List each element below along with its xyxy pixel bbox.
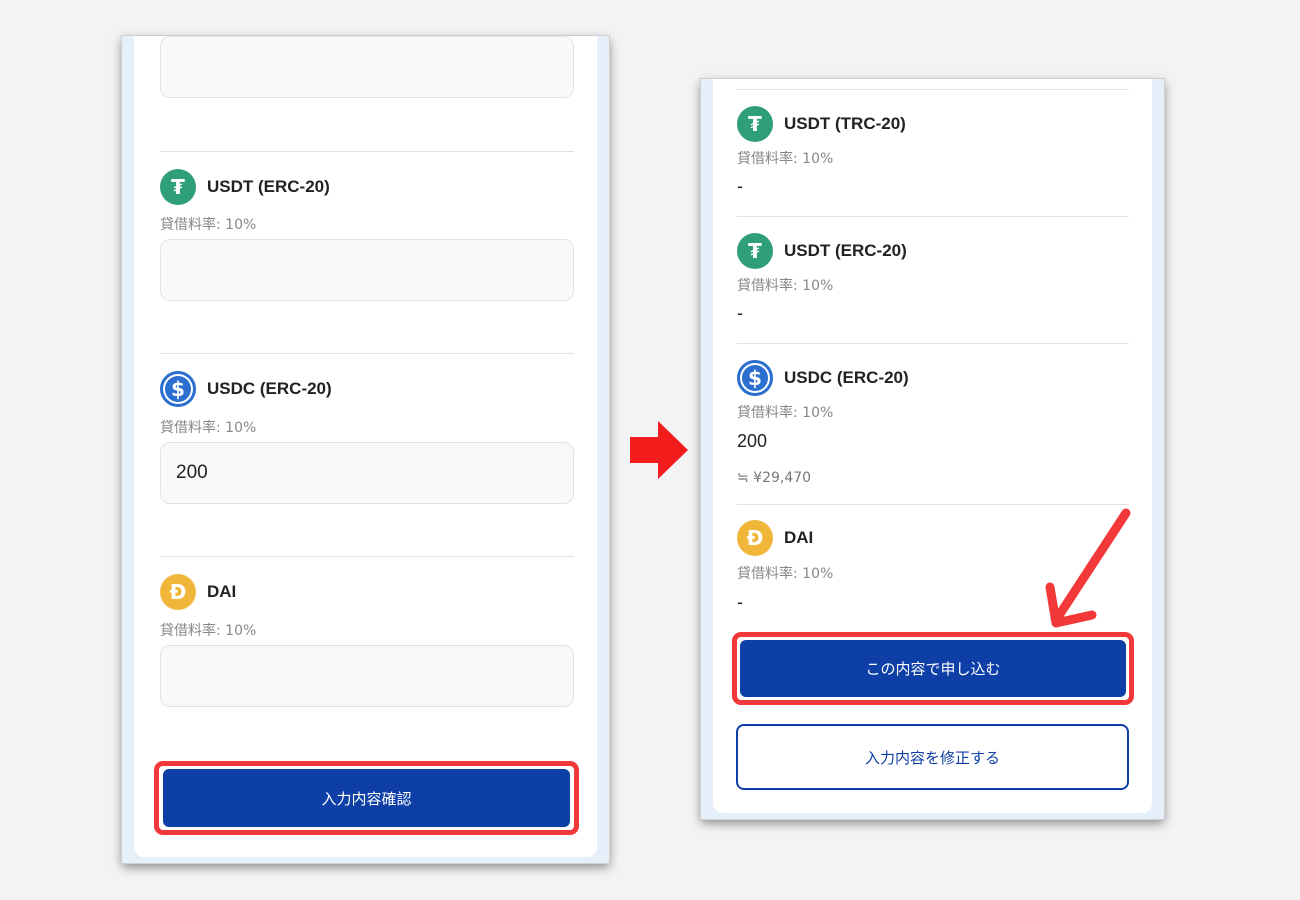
- edit-input-button[interactable]: 入力内容を修正する: [736, 724, 1129, 790]
- divider: [737, 89, 1129, 90]
- asset-name: USDC (ERC-20): [784, 368, 909, 387]
- amount-input-usdt-erc20[interactable]: [160, 239, 574, 301]
- confirm-input-button[interactable]: 入力内容確認: [163, 769, 570, 827]
- usdc-icon: $: [737, 360, 773, 396]
- amount-value: -: [737, 176, 743, 196]
- lending-rate: 貸借料率: 10%: [160, 217, 257, 233]
- amount-input-usdc-erc20[interactable]: 200: [160, 442, 574, 504]
- asset-name: DAI: [207, 582, 237, 601]
- lending-rate: 貸借料率: 10%: [737, 405, 834, 421]
- divider: [160, 353, 574, 354]
- confirmation-screen: ₮ USDT (TRC-20) 貸借料率: 10% - ₮ USDT (ERC-…: [701, 79, 1164, 819]
- divider: [737, 343, 1129, 344]
- tether-icon: ₮: [160, 169, 196, 205]
- input-form-card: ₮ USDT (ERC-20) 貸借料率: 10% $ USDC (ERC-20…: [134, 36, 597, 857]
- tether-icon: ₮: [737, 106, 773, 142]
- asset-name: USDT (TRC-20): [784, 114, 906, 133]
- right-arrow-icon: [630, 421, 688, 479]
- asset-usdc-erc20: $ USDC (ERC-20): [160, 371, 332, 407]
- jpy-equivalent: ≒ ¥29,470: [737, 470, 812, 486]
- amount-value: -: [737, 303, 743, 323]
- divider: [160, 556, 574, 557]
- asset-name: DAI: [784, 528, 814, 547]
- apply-button[interactable]: この内容で申し込む: [740, 640, 1126, 697]
- tether-icon: ₮: [737, 233, 773, 269]
- lending-rate: 貸借料率: 10%: [737, 151, 834, 167]
- lending-rate: 貸借料率: 10%: [160, 420, 257, 436]
- confirmation-card: ₮ USDT (TRC-20) 貸借料率: 10% - ₮ USDT (ERC-…: [713, 79, 1152, 813]
- lending-rate: 貸借料率: 10%: [160, 623, 257, 639]
- divider: [737, 216, 1129, 217]
- asset-name: USDC (ERC-20): [207, 379, 332, 398]
- input-form-screen: ₮ USDT (ERC-20) 貸借料率: 10% $ USDC (ERC-20…: [122, 36, 609, 863]
- lending-rate: 貸借料率: 10%: [737, 566, 834, 582]
- amount-input-dai[interactable]: [160, 645, 574, 707]
- asset-name: USDT (ERC-20): [207, 177, 330, 196]
- amount-value: 200: [737, 431, 768, 451]
- asset-usdt-trc20: ₮ USDT (TRC-20): [737, 106, 906, 142]
- asset-name: USDT (ERC-20): [784, 241, 907, 260]
- amount-input-previous[interactable]: [160, 36, 574, 98]
- dai-icon: Đ: [160, 574, 196, 610]
- lending-rate: 貸借料率: 10%: [737, 278, 834, 294]
- divider: [160, 151, 574, 152]
- asset-usdt-erc20: ₮ USDT (ERC-20): [160, 169, 330, 205]
- pointer-arrow-icon: [1045, 508, 1131, 628]
- asset-usdc-erc20: $ USDC (ERC-20): [737, 360, 909, 396]
- amount-value: -: [737, 592, 743, 612]
- asset-dai: Đ DAI: [160, 574, 236, 610]
- asset-dai: Đ DAI: [737, 520, 813, 556]
- dai-icon: Đ: [737, 520, 773, 556]
- usdc-icon: $: [160, 371, 196, 407]
- asset-usdt-erc20: ₮ USDT (ERC-20): [737, 233, 907, 269]
